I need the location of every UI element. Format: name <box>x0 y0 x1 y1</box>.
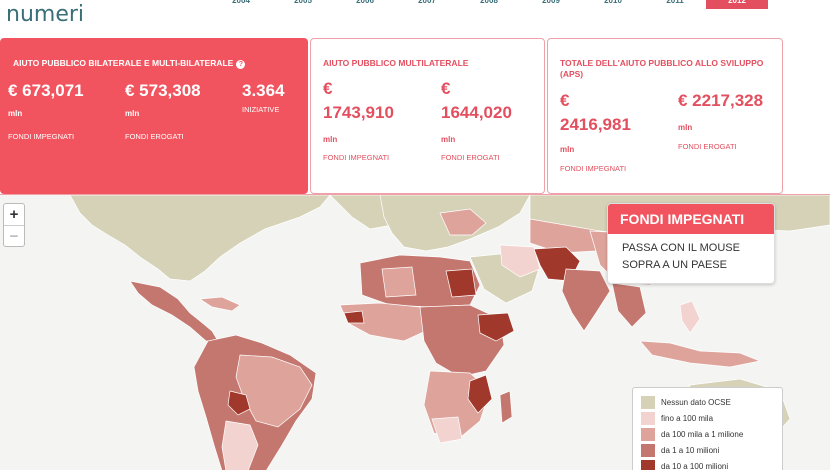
year-tab-2008[interactable]: 2008 <box>458 0 520 9</box>
legend-label: da 10 a 100 milioni <box>661 461 729 470</box>
metric-unit: mln <box>441 135 456 144</box>
legend-swatch <box>641 411 655 425</box>
page: numeri 2004 2005 2006 2007 2008 2009 201… <box>0 0 830 470</box>
map-legend: Nessun dato OCSE fino a 100 mila da 100 … <box>632 387 783 470</box>
metric-unit: mln <box>323 135 338 144</box>
top-bar: numeri 2004 2005 2006 2007 2008 2009 201… <box>0 0 830 38</box>
card-title-text: AIUTO PUBBLICO BILATERALE E MULTI-BILATE… <box>13 58 234 68</box>
info-box-line: SOPRA A UN PAESE <box>622 259 727 271</box>
legend-label: Nessun dato OCSE <box>661 397 731 407</box>
card-title: TOTALE DELL'AIUTO PUBBLICO ALLO SVILUPPO… <box>560 58 763 80</box>
metric-initiatives: 3.364 INIZIATIVE <box>242 79 285 114</box>
legend-item: fino a 100 mila <box>641 410 782 426</box>
card-title-line: TOTALE DELL'AIUTO PUBBLICO ALLO SVILUPPO <box>560 58 764 68</box>
card-multilateral-aid[interactable]: AIUTO PUBBLICO MULTILATERALE € 1743,910 … <box>310 38 545 194</box>
metric-unit: mln <box>8 109 23 118</box>
legend-label: da 100 mila a 1 milione <box>661 429 744 439</box>
region-caribbean[interactable] <box>198 296 241 312</box>
legend-swatch <box>641 443 655 457</box>
legend-swatch <box>641 395 655 409</box>
legend-item: Nessun dato OCSE <box>641 394 782 410</box>
year-tab-2009[interactable]: 2009 <box>520 0 582 9</box>
card-bilateral-aid[interactable]: AIUTO PUBBLICO BILATERALE E MULTI-BILATE… <box>0 38 308 194</box>
region-indonesia[interactable] <box>639 340 762 368</box>
metric-value: € 2217,328 <box>678 91 764 110</box>
region-philippines[interactable] <box>679 300 701 334</box>
metric-value: € 573,308 <box>125 81 201 100</box>
metric-label: FONDI IMPEGNATI <box>8 132 75 141</box>
year-tab-2004[interactable]: 2004 <box>210 0 272 9</box>
metric-label: FONDI EROGATI <box>441 153 500 162</box>
metric-unit: mln <box>125 109 140 118</box>
region-south-africa[interactable] <box>431 416 463 444</box>
metric-committed: € 1743,910 mln FONDI IMPEGNATI <box>323 77 394 162</box>
info-box-title: FONDI IMPEGNATI <box>608 204 774 234</box>
metric-disbursed: € 2217,328 mln FONDI EROGATI <box>678 89 763 151</box>
year-tab-2005[interactable]: 2005 <box>272 0 334 9</box>
legend-swatch <box>641 427 655 441</box>
metric-committed: € 673,071 mln FONDI IMPEGNATI <box>8 79 84 141</box>
year-tab-2010[interactable]: 2010 <box>582 0 644 9</box>
region-algeria[interactable] <box>381 266 417 298</box>
region-southeast-asia[interactable] <box>611 282 647 328</box>
legend-label: fino a 100 mila <box>661 413 714 423</box>
legend-item: da 1 a 10 milioni <box>641 442 782 458</box>
metric-currency: € <box>323 79 333 98</box>
brand-title: numeri <box>6 2 85 27</box>
metric-disbursed: € 1644,020 mln FONDI EROGATI <box>441 77 512 162</box>
zoom-in-button[interactable]: + <box>4 204 24 225</box>
metric-currency: € <box>560 91 570 110</box>
year-tab-2006[interactable]: 2006 <box>334 0 396 9</box>
metric-value: 2416,981 <box>560 115 631 134</box>
region-india[interactable] <box>561 268 611 332</box>
year-tab-2007[interactable]: 2007 <box>396 0 458 9</box>
metric-value: 3.364 <box>242 81 285 100</box>
metric-label: INIZIATIVE <box>242 105 280 114</box>
card-title: AIUTO PUBBLICO BILATERALE E MULTI-BILATE… <box>13 58 246 69</box>
region-madagascar[interactable] <box>499 390 513 424</box>
region-north-america[interactable] <box>69 195 331 282</box>
metric-unit: mln <box>678 123 693 132</box>
legend-item: da 100 mila a 1 milione <box>641 426 782 442</box>
metric-value: 1743,910 <box>323 103 394 122</box>
card-total-aps[interactable]: TOTALE DELL'AIUTO PUBBLICO ALLO SVILUPPO… <box>547 38 783 194</box>
zoom-control: + − <box>3 203 25 247</box>
legend-swatch <box>641 459 655 470</box>
region-central-america[interactable] <box>129 280 219 342</box>
metric-label: FONDI EROGATI <box>125 132 184 141</box>
info-box-line: PASSA CON IL MOUSE <box>622 242 740 254</box>
metric-currency: € <box>441 79 451 98</box>
card-title-line: (APS) <box>560 69 584 79</box>
region-senegal[interactable] <box>343 310 365 324</box>
year-tabs: 2004 2005 2006 2007 2008 2009 2010 2011 … <box>210 0 768 9</box>
year-tab-2012[interactable]: 2012 <box>706 0 768 9</box>
metric-unit: mln <box>560 145 575 154</box>
question-circle-icon[interactable]: ? <box>236 60 246 69</box>
metric-disbursed: € 573,308 mln FONDI EROGATI <box>125 79 201 141</box>
card-title: AIUTO PUBBLICO MULTILATERALE <box>323 58 469 68</box>
legend-label: da 1 a 10 milioni <box>661 445 720 455</box>
zoom-out-button[interactable]: − <box>4 225 24 246</box>
metric-label: FONDI IMPEGNATI <box>323 153 390 162</box>
metric-label: FONDI EROGATI <box>678 142 737 151</box>
map-info-box: FONDI IMPEGNATI PASSA CON IL MOUSE SOPRA… <box>607 203 775 284</box>
metric-label: FONDI IMPEGNATI <box>560 164 627 173</box>
metric-value: 1644,020 <box>441 103 512 122</box>
legend-item: da 10 a 100 milioni <box>641 458 782 470</box>
metric-committed: € 2416,981 mln FONDI IMPEGNATI <box>560 89 631 173</box>
info-box-body: PASSA CON IL MOUSE SOPRA A UN PAESE <box>608 234 774 274</box>
year-tab-2011[interactable]: 2011 <box>644 0 706 9</box>
metric-value: € 673,071 <box>8 81 84 100</box>
